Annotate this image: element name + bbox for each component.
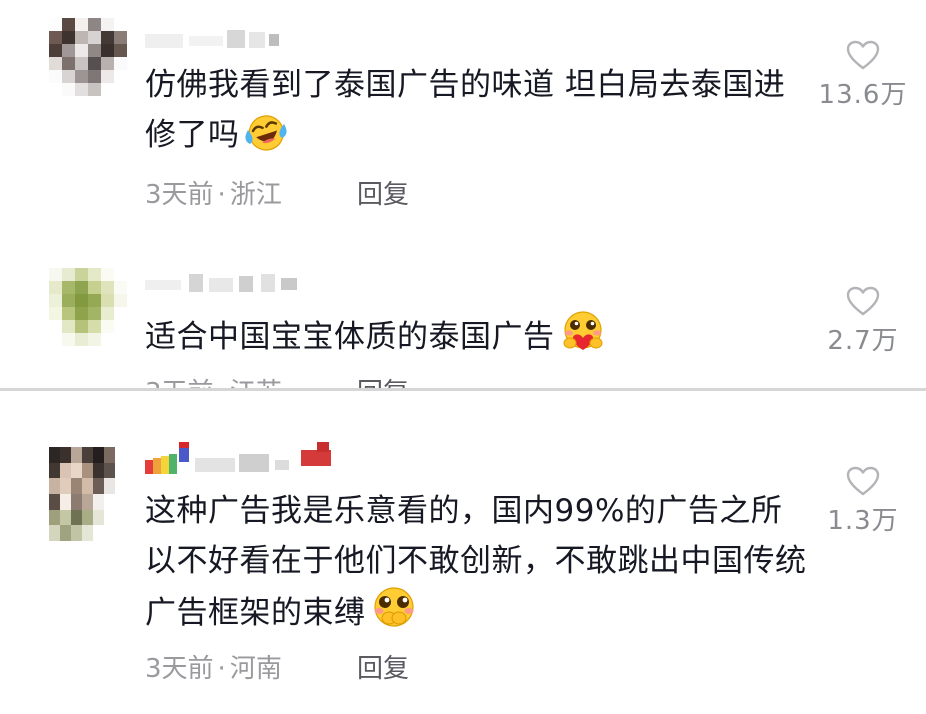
heart-outline-icon [846,466,880,496]
like-count: 1.3万 [827,506,899,536]
reply-button[interactable]: 回复 [357,648,409,685]
comment-text-body: 这种广告我是乐意看的，国内99%的广告之所以不好看在于他们不敢创新，不敢跳出中国… [145,493,807,631]
username-blurred[interactable] [145,442,345,476]
comment-text: 这种广告我是乐意看的，国内99%的广告之所以不好看在于他们不敢创新，不敢跳出中国… [145,486,809,645]
like-button[interactable]: 1.3万 [813,466,913,537]
comment-item: 这种广告我是乐意看的，国内99%的广告之所以不好看在于他们不敢创新，不敢跳出中国… [0,0,926,714]
comment-time: 3天前 [145,654,214,684]
avatar[interactable] [49,447,115,541]
meta-separator: · [217,654,226,684]
comment-meta: 3天前 · 河南 回复 [145,648,409,685]
shy-pleading-emoji-icon [370,586,418,645]
comment-location: 河南 [229,654,282,684]
